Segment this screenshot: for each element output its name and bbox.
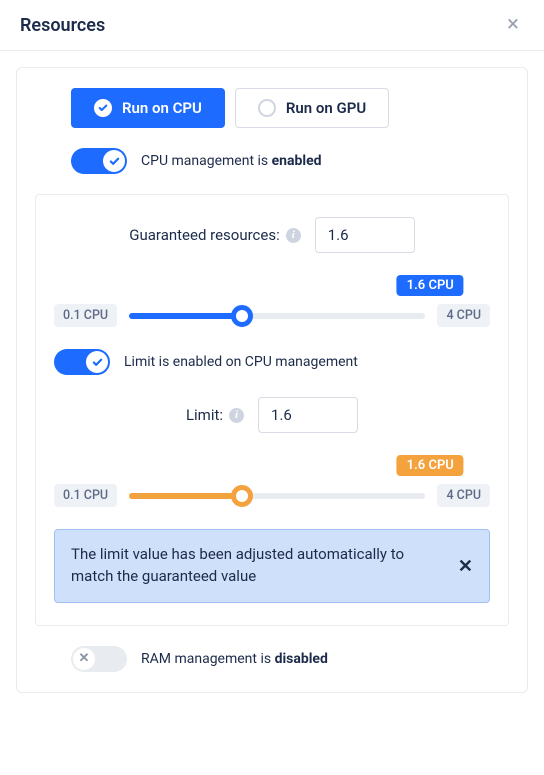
slider-thumb[interactable] xyxy=(231,305,253,327)
guaranteed-tooltip: 1.6 CPU xyxy=(397,275,464,296)
info-icon[interactable]: i xyxy=(286,228,301,243)
run-on-gpu-button[interactable]: Run on GPU xyxy=(235,88,389,128)
x-icon: ✕ xyxy=(73,648,95,670)
limit-slider-wrap: 1.6 CPU 0.1 CPU 4 CPU xyxy=(54,455,490,507)
slider-min-tag: 0.1 CPU xyxy=(54,484,117,507)
guaranteed-input[interactable] xyxy=(315,217,415,253)
run-on-gpu-label: Run on GPU xyxy=(286,99,366,117)
resources-panel: Run on CPU Run on GPU CPU management is … xyxy=(16,67,528,693)
radio-empty-icon xyxy=(258,99,276,117)
slider-min-tag: 0.1 CPU xyxy=(54,304,117,327)
slider-max-tag: 4 CPU xyxy=(437,484,490,507)
cpu-management-toggle-row: CPU management is enabled xyxy=(71,148,509,174)
ram-management-label: RAM management is disabled xyxy=(141,651,328,667)
close-icon[interactable]: ✕ xyxy=(458,554,473,580)
check-icon xyxy=(94,99,112,117)
ram-management-toggle-row: ✕ RAM management is disabled xyxy=(71,646,509,672)
limit-toggle-row: Limit is enabled on CPU management xyxy=(54,349,490,375)
cpu-management-toggle[interactable] xyxy=(71,148,127,174)
limit-input[interactable] xyxy=(258,397,358,433)
run-on-cpu-button[interactable]: Run on CPU xyxy=(71,88,225,128)
limit-alert: The limit value has been adjusted automa… xyxy=(54,529,490,603)
cpu-block: Guaranteed resources: i 1.6 CPU 0.1 CPU … xyxy=(35,194,509,626)
limit-slider[interactable] xyxy=(129,493,425,499)
guaranteed-slider[interactable] xyxy=(129,313,425,319)
guaranteed-slider-wrap: 1.6 CPU 0.1 CPU 4 CPU xyxy=(54,275,490,327)
guaranteed-field: Guaranteed resources: i xyxy=(54,217,490,253)
limit-toggle-label: Limit is enabled on CPU management xyxy=(124,354,358,370)
limit-field: Limit: i xyxy=(54,397,490,433)
check-icon xyxy=(86,351,108,373)
check-icon xyxy=(103,150,125,172)
limit-toggle[interactable] xyxy=(54,349,110,375)
ram-management-toggle[interactable]: ✕ xyxy=(71,646,127,672)
compute-mode-segment: Run on CPU Run on GPU xyxy=(71,88,509,128)
guaranteed-label: Guaranteed resources: xyxy=(129,226,279,244)
info-icon[interactable]: i xyxy=(229,408,244,423)
run-on-cpu-label: Run on CPU xyxy=(122,99,202,117)
limit-tooltip: 1.6 CPU xyxy=(397,455,464,476)
page-title: Resources xyxy=(20,15,105,36)
alert-text: The limit value has been adjusted automa… xyxy=(71,544,446,588)
slider-max-tag: 4 CPU xyxy=(437,304,490,327)
limit-label: Limit: xyxy=(186,406,223,424)
slider-thumb[interactable] xyxy=(231,485,253,507)
cpu-management-label: CPU management is enabled xyxy=(141,153,322,169)
close-icon[interactable]: × xyxy=(502,14,524,36)
